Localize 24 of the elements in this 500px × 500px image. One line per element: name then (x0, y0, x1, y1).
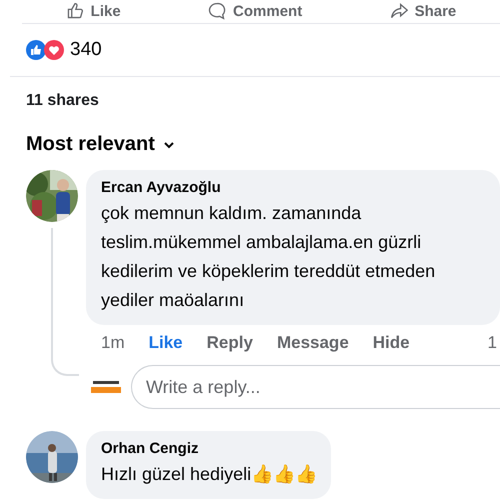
like-reaction-icon (26, 40, 46, 60)
comment-time: 1m (101, 333, 125, 353)
page-logo-icon (90, 379, 122, 395)
heart-reaction-icon (44, 40, 64, 60)
comment-action-link[interactable]: Hide (372, 333, 410, 353)
reply-input-field[interactable]: Write a reply... (131, 365, 500, 409)
comment-action-link[interactable]: Like (148, 333, 183, 353)
comment-text: Hızlı güzel hediyeli👍👍👍 (101, 463, 318, 486)
reaction-count[interactable]: 340 (70, 39, 102, 61)
comment-action-link[interactable]: Message (276, 333, 349, 353)
comment-author[interactable]: Orhan Cengiz (101, 440, 318, 457)
chevron-down-icon (162, 140, 175, 148)
speech-bubble-icon (208, 2, 226, 20)
comment-text: çok memnun kaldım. zamanında teslim.mükemmel ambalajlama.en güzrli kedilerim ve köpeklerim tereddüt etmeden yediler maöalarını (101, 202, 436, 312)
comment-action-link[interactable]: Reply (206, 333, 253, 353)
comment-button[interactable]: Comment (208, 2, 302, 20)
thumbs-up-icon (66, 2, 84, 20)
reaction-count[interactable]: 1 (488, 333, 497, 353)
like-button[interactable]: Like (66, 2, 121, 20)
shares-count[interactable]: 11 shares (0, 77, 500, 113)
comment-author[interactable]: Ercan Ayvazoğlu (101, 179, 486, 196)
share-button[interactable]: Share (390, 2, 456, 20)
sort-dropdown[interactable]: Most relevant (26, 133, 175, 156)
share-arrow-icon (390, 2, 408, 20)
